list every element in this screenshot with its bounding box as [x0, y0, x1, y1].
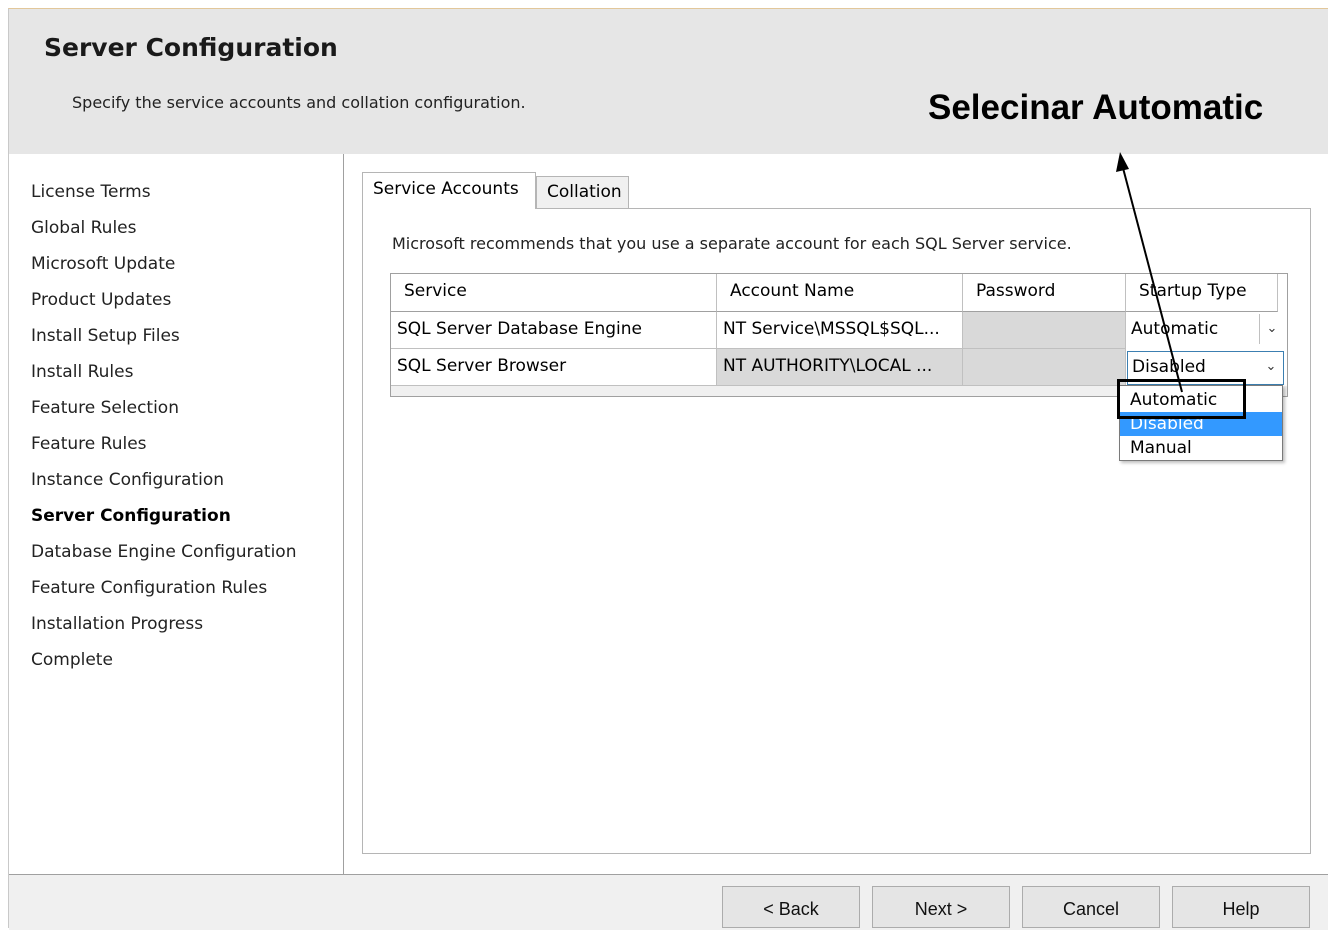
sidebar-item-install-rules[interactable]: Install Rules [31, 362, 133, 382]
page-header: Server Configuration Specify the service… [9, 9, 1328, 155]
column-header-service[interactable]: Service [391, 274, 717, 312]
sidebar-item-database-engine-configuration[interactable]: Database Engine Configuration [31, 542, 296, 562]
row-1-startup-type-value: Automatic [1131, 319, 1219, 339]
sidebar-item-feature-rules[interactable]: Feature Rules [31, 434, 147, 454]
row-2-service: SQL Server Browser [391, 349, 717, 386]
help-button[interactable]: Help [1172, 886, 1310, 928]
row-1-password[interactable] [963, 312, 1126, 349]
sidebar-item-product-updates[interactable]: Product Updates [31, 290, 171, 310]
chevron-down-icon[interactable]: ⌄ [1259, 352, 1283, 382]
row-1-service: SQL Server Database Engine [391, 312, 717, 349]
annotation-highlight-box [1117, 379, 1246, 419]
page-title: Server Configuration [44, 33, 338, 62]
sidebar-item-complete[interactable]: Complete [31, 650, 113, 670]
next-button[interactable]: Next > [872, 886, 1010, 928]
row-2-account-name[interactable]: NT AUTHORITY\LOCAL ... [717, 349, 963, 386]
sidebar-item-feature-selection[interactable]: Feature Selection [31, 398, 179, 418]
sidebar-item-license-terms[interactable]: License Terms [31, 182, 151, 202]
row-1-account-name[interactable]: NT Service\MSSQL$SQL... [717, 312, 963, 349]
sidebar-item-server-configuration[interactable]: Server Configuration [31, 506, 231, 526]
row-2-password[interactable] [963, 349, 1126, 386]
sidebar-item-installation-progress[interactable]: Installation Progress [31, 614, 203, 634]
annotation-label: Selecinar Automatic [928, 88, 1264, 127]
tab-service-accounts[interactable]: Service Accounts [362, 172, 536, 209]
tab-collation[interactable]: Collation [536, 176, 629, 208]
column-header-startup-type[interactable]: Startup Type [1126, 274, 1278, 312]
sidebar-item-install-setup-files[interactable]: Install Setup Files [31, 326, 180, 346]
sidebar-item-global-rules[interactable]: Global Rules [31, 218, 137, 238]
column-header-account-name[interactable]: Account Name [717, 274, 963, 312]
dropdown-option-manual[interactable]: Manual [1120, 436, 1282, 460]
recommendation-text: Microsoft recommends that you use a sepa… [392, 234, 1072, 253]
main-content: Microsoft recommends that you use a sepa… [344, 154, 1328, 874]
row-1-startup-type-combo[interactable]: Automatic ⌄ [1127, 314, 1284, 346]
back-button[interactable]: < Back [722, 886, 860, 928]
sidebar-item-feature-configuration-rules[interactable]: Feature Configuration Rules [31, 578, 267, 598]
row-2-startup-type-value: Disabled [1132, 357, 1206, 377]
column-header-password[interactable]: Password [963, 274, 1126, 312]
sidebar-item-instance-configuration[interactable]: Instance Configuration [31, 470, 224, 490]
sidebar-item-microsoft-update[interactable]: Microsoft Update [31, 254, 175, 274]
tab-panel-service-accounts: Microsoft recommends that you use a sepa… [362, 208, 1311, 854]
chevron-down-icon[interactable]: ⌄ [1259, 314, 1284, 344]
sidebar-steps: License Terms Global Rules Microsoft Upd… [9, 154, 344, 874]
cancel-button[interactable]: Cancel [1022, 886, 1160, 928]
page-subtitle: Specify the service accounts and collati… [72, 93, 526, 112]
setup-window: Server Configuration Specify the service… [8, 8, 1328, 930]
